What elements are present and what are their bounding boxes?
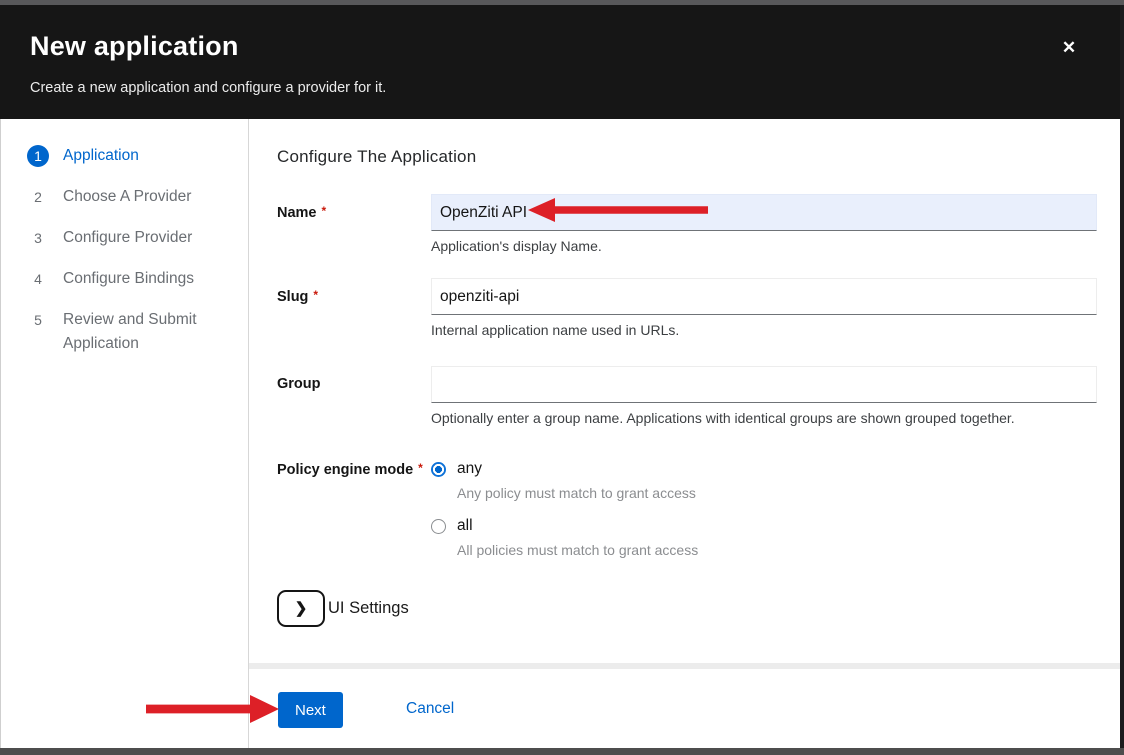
policy-mode-any-helper: Any policy must match to grant access [457, 485, 1097, 501]
policy-engine-mode-label: Policy engine mode* [277, 458, 431, 572]
policy-mode-all-radio[interactable]: all [431, 515, 1097, 535]
form-row-name: Name* Application's display Name. [277, 194, 1097, 254]
page-backdrop-right [1120, 5, 1124, 748]
cancel-link[interactable]: Cancel [406, 700, 454, 718]
policy-mode-all-label: all [457, 517, 473, 535]
wizard-steps-nav: 1 Application 2 Choose A Provider 3 Conf… [1, 119, 249, 748]
step-number-badge: 2 [27, 186, 49, 208]
step-label: Review and Submit Application [63, 308, 213, 356]
ui-settings-label: UI Settings [328, 599, 409, 618]
new-application-modal-screen: New application Create a new application… [0, 0, 1124, 755]
slug-helper-text: Internal application name used in URLs. [431, 322, 1097, 338]
step-number-badge: 4 [27, 268, 49, 290]
wizard-step-configure-provider[interactable]: 3 Configure Provider [1, 227, 248, 250]
wizard-step-review-submit[interactable]: 5 Review and Submit Application [1, 309, 248, 356]
wizard-main-pane: Configure The Application Name* Applicat… [249, 119, 1120, 748]
wizard-step-application[interactable]: 1 Application [1, 145, 248, 168]
form-row-slug: Slug* Internal application name used in … [277, 278, 1097, 338]
step-label: Configure Bindings [63, 267, 194, 291]
step-number-badge: 5 [27, 309, 49, 331]
policy-mode-any-radio[interactable]: any [431, 458, 1097, 478]
close-icon[interactable]: ✕ [1056, 35, 1082, 61]
policy-mode-any-label: any [457, 460, 482, 478]
step-number-badge: 1 [27, 145, 49, 167]
group-helper-text: Optionally enter a group name. Applicati… [431, 410, 1097, 426]
required-asterisk: * [418, 461, 423, 475]
name-input[interactable] [431, 194, 1097, 231]
wizard-step-configure-bindings[interactable]: 4 Configure Bindings [1, 268, 248, 291]
form-row-group: Group Optionally enter a group name. App… [277, 366, 1097, 426]
page-backdrop-bottom [0, 748, 1124, 755]
name-helper-text: Application's display Name. [431, 238, 1097, 254]
chevron-right-icon[interactable]: ❯ [277, 590, 325, 627]
required-asterisk: * [313, 288, 318, 302]
radio-unselected-icon[interactable] [431, 519, 446, 534]
name-label: Name* [277, 194, 431, 254]
slug-input[interactable] [431, 278, 1097, 315]
modal-subtitle: Create a new application and configure a… [30, 80, 386, 96]
required-asterisk: * [322, 204, 327, 218]
modal-header: New application Create a new application… [0, 5, 1120, 119]
ui-settings-section: ❯ UI Settings [277, 590, 409, 627]
step-label: Choose A Provider [63, 185, 191, 209]
pane-heading: Configure The Application [277, 147, 476, 167]
wizard-step-choose-provider[interactable]: 2 Choose A Provider [1, 186, 248, 209]
step-number-badge: 3 [27, 227, 49, 249]
policy-mode-all-helper: All policies must match to grant access [457, 542, 1097, 558]
slug-label: Slug* [277, 278, 431, 338]
modal-body: 1 Application 2 Choose A Provider 3 Conf… [0, 119, 1120, 748]
form-row-policy-engine-mode: Policy engine mode* any Any policy must … [277, 458, 1097, 572]
step-label: Configure Provider [63, 226, 192, 250]
radio-selected-icon[interactable] [431, 462, 446, 477]
next-button[interactable]: Next [278, 692, 343, 728]
footer-divider [249, 663, 1120, 669]
step-label: Application [63, 144, 139, 168]
modal-title: New application [30, 31, 239, 62]
group-label: Group [277, 366, 431, 426]
group-input[interactable] [431, 366, 1097, 403]
